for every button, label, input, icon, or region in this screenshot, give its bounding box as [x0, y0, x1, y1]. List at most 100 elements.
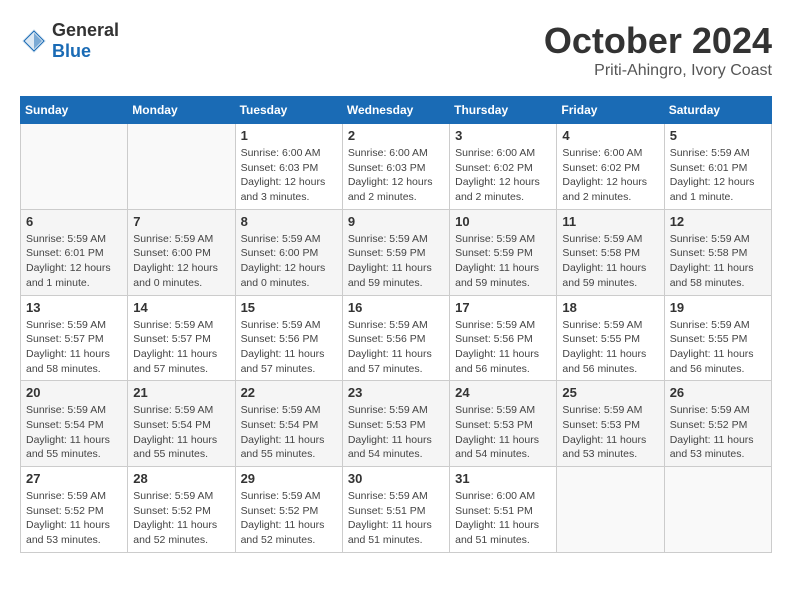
- calendar-cell: 6Sunrise: 5:59 AMSunset: 6:01 PMDaylight…: [21, 209, 128, 295]
- header: General Blue October 2024 Priti-Ahingro,…: [20, 20, 772, 80]
- calendar-cell: 2 Sunrise: 6:00 AMSunset: 6:03 PMDaylight…: [342, 124, 449, 210]
- calendar-cell: 4 Sunrise: 6:00 AMSunset: 6:02 PMDaylight…: [557, 124, 664, 210]
- week-row-2: 6Sunrise: 5:59 AMSunset: 6:01 PMDaylight…: [21, 209, 772, 295]
- title-area: October 2024 Priti-Ahingro, Ivory Coast: [544, 20, 772, 80]
- day-info: Sunrise: 5:59 AMSunset: 6:00 PMDaylight:…: [241, 232, 337, 291]
- day-number: 8: [241, 214, 337, 229]
- day-info: Sunrise: 5:59 AMSunset: 5:55 PMDaylight:…: [562, 318, 658, 377]
- day-number: 15: [241, 300, 337, 315]
- day-info: Sunrise: 6:00 AMSunset: 6:03 PMDaylight:…: [241, 146, 337, 205]
- day-info: Sunrise: 5:59 AMSunset: 5:57 PMDaylight:…: [26, 318, 122, 377]
- calendar-cell: 20 Sunrise: 5:59 AMSunset: 5:54 PMDayligh…: [21, 381, 128, 467]
- day-info: Sunrise: 5:59 AMSunset: 5:55 PMDaylight:…: [670, 318, 766, 377]
- calendar-cell: 3 Sunrise: 6:00 AMSunset: 6:02 PMDaylight…: [450, 124, 557, 210]
- day-info: Sunrise: 6:00 AMSunset: 6:03 PMDaylight:…: [348, 146, 444, 205]
- calendar-cell: 1 Sunrise: 6:00 AMSunset: 6:03 PMDaylight…: [235, 124, 342, 210]
- calendar-cell: 11Sunrise: 5:59 AMSunset: 5:58 PMDayligh…: [557, 209, 664, 295]
- logo-general: General: [52, 20, 119, 40]
- day-number: 10: [455, 214, 551, 229]
- calendar-cell: 28Sunrise: 5:59 AMSunset: 5:52 PMDayligh…: [128, 467, 235, 553]
- location-title: Priti-Ahingro, Ivory Coast: [544, 62, 772, 80]
- day-number: 12: [670, 214, 766, 229]
- calendar-cell: 17Sunrise: 5:59 AMSunset: 5:56 PMDayligh…: [450, 295, 557, 381]
- week-row-3: 13Sunrise: 5:59 AMSunset: 5:57 PMDayligh…: [21, 295, 772, 381]
- calendar-cell: 22 Sunrise: 5:59 AMSunset: 5:54 PMDayligh…: [235, 381, 342, 467]
- day-info: Sunrise: 6:00 AMSunset: 6:02 PMDaylight:…: [455, 146, 551, 205]
- calendar-cell: 8 Sunrise: 5:59 AMSunset: 6:00 PMDaylight…: [235, 209, 342, 295]
- calendar-cell: [557, 467, 664, 553]
- week-row-1: 1 Sunrise: 6:00 AMSunset: 6:03 PMDaylight…: [21, 124, 772, 210]
- calendar-cell: 15 Sunrise: 5:59 AMSunset: 5:56 PMDayligh…: [235, 295, 342, 381]
- calendar-cell: 29 Sunrise: 5:59 AMSunset: 5:52 PMDayligh…: [235, 467, 342, 553]
- calendar-cell: 23Sunrise: 5:59 AMSunset: 5:53 PMDayligh…: [342, 381, 449, 467]
- calendar-cell: 31Sunrise: 6:00 AMSunset: 5:51 PMDayligh…: [450, 467, 557, 553]
- weekday-header-thursday: Thursday: [450, 97, 557, 124]
- calendar-cell: 9 Sunrise: 5:59 AMSunset: 5:59 PMDaylight…: [342, 209, 449, 295]
- day-info: Sunrise: 5:59 AMSunset: 5:52 PMDaylight:…: [241, 489, 337, 548]
- day-info: Sunrise: 5:59 AMSunset: 5:56 PMDaylight:…: [241, 318, 337, 377]
- calendar-cell: 7Sunrise: 5:59 AMSunset: 6:00 PMDaylight…: [128, 209, 235, 295]
- calendar-cell: 30 Sunrise: 5:59 AMSunset: 5:51 PMDayligh…: [342, 467, 449, 553]
- week-row-4: 20 Sunrise: 5:59 AMSunset: 5:54 PMDayligh…: [21, 381, 772, 467]
- day-number: 7: [133, 214, 229, 229]
- day-info: Sunrise: 5:59 AMSunset: 5:58 PMDaylight:…: [670, 232, 766, 291]
- day-number: 5: [670, 128, 766, 143]
- day-info: Sunrise: 5:59 AMSunset: 5:53 PMDaylight:…: [455, 403, 551, 462]
- calendar-cell: [664, 467, 771, 553]
- calendar-cell: 10 Sunrise: 5:59 AMSunset: 5:59 PMDayligh…: [450, 209, 557, 295]
- logo-text: General Blue: [52, 20, 119, 62]
- calendar-table: SundayMondayTuesdayWednesdayThursdayFrid…: [20, 96, 772, 553]
- day-info: Sunrise: 5:59 AMSunset: 5:59 PMDaylight:…: [455, 232, 551, 291]
- calendar-cell: 26 Sunrise: 5:59 AMSunset: 5:52 PMDayligh…: [664, 381, 771, 467]
- day-number: 29: [241, 471, 337, 486]
- calendar-cell: 19Sunrise: 5:59 AMSunset: 5:55 PMDayligh…: [664, 295, 771, 381]
- day-number: 16: [348, 300, 444, 315]
- day-info: Sunrise: 5:59 AMSunset: 5:53 PMDaylight:…: [562, 403, 658, 462]
- day-info: Sunrise: 5:59 AMSunset: 5:56 PMDaylight:…: [348, 318, 444, 377]
- day-number: 31: [455, 471, 551, 486]
- day-info: Sunrise: 6:00 AMSunset: 6:02 PMDaylight:…: [562, 146, 658, 205]
- calendar-cell: 21Sunrise: 5:59 AMSunset: 5:54 PMDayligh…: [128, 381, 235, 467]
- day-number: 27: [26, 471, 122, 486]
- day-number: 6: [26, 214, 122, 229]
- day-number: 25: [562, 385, 658, 400]
- day-info: Sunrise: 5:59 AMSunset: 5:51 PMDaylight:…: [348, 489, 444, 548]
- day-number: 1: [241, 128, 337, 143]
- day-number: 26: [670, 385, 766, 400]
- logo-icon: [20, 27, 48, 55]
- logo: General Blue: [20, 20, 119, 62]
- calendar-cell: 27 Sunrise: 5:59 AMSunset: 5:52 PMDayligh…: [21, 467, 128, 553]
- week-row-5: 27 Sunrise: 5:59 AMSunset: 5:52 PMDayligh…: [21, 467, 772, 553]
- day-number: 28: [133, 471, 229, 486]
- calendar-cell: 13Sunrise: 5:59 AMSunset: 5:57 PMDayligh…: [21, 295, 128, 381]
- day-info: Sunrise: 5:59 AMSunset: 5:58 PMDaylight:…: [562, 232, 658, 291]
- day-info: Sunrise: 5:59 AMSunset: 5:52 PMDaylight:…: [26, 489, 122, 548]
- day-number: 20: [26, 385, 122, 400]
- day-number: 4: [562, 128, 658, 143]
- day-number: 30: [348, 471, 444, 486]
- weekday-header-sunday: Sunday: [21, 97, 128, 124]
- calendar-cell: 24 Sunrise: 5:59 AMSunset: 5:53 PMDayligh…: [450, 381, 557, 467]
- day-info: Sunrise: 5:59 AMSunset: 5:52 PMDaylight:…: [670, 403, 766, 462]
- day-number: 24: [455, 385, 551, 400]
- day-info: Sunrise: 5:59 AMSunset: 5:54 PMDaylight:…: [26, 403, 122, 462]
- calendar-cell: 5 Sunrise: 5:59 AMSunset: 6:01 PMDaylight…: [664, 124, 771, 210]
- day-number: 22: [241, 385, 337, 400]
- day-info: Sunrise: 5:59 AMSunset: 5:59 PMDaylight:…: [348, 232, 444, 291]
- weekday-header-friday: Friday: [557, 97, 664, 124]
- day-number: 3: [455, 128, 551, 143]
- day-number: 2: [348, 128, 444, 143]
- day-info: Sunrise: 5:59 AMSunset: 5:54 PMDaylight:…: [133, 403, 229, 462]
- weekday-header-wednesday: Wednesday: [342, 97, 449, 124]
- weekday-header-row: SundayMondayTuesdayWednesdayThursdayFrid…: [21, 97, 772, 124]
- month-title: October 2024: [544, 20, 772, 62]
- calendar-cell: 18Sunrise: 5:59 AMSunset: 5:55 PMDayligh…: [557, 295, 664, 381]
- day-info: Sunrise: 5:59 AMSunset: 6:01 PMDaylight:…: [670, 146, 766, 205]
- calendar-cell: 16 Sunrise: 5:59 AMSunset: 5:56 PMDayligh…: [342, 295, 449, 381]
- day-number: 9: [348, 214, 444, 229]
- calendar-cell: 25 Sunrise: 5:59 AMSunset: 5:53 PMDayligh…: [557, 381, 664, 467]
- day-info: Sunrise: 5:59 AMSunset: 5:54 PMDaylight:…: [241, 403, 337, 462]
- weekday-header-tuesday: Tuesday: [235, 97, 342, 124]
- day-info: Sunrise: 5:59 AMSunset: 5:57 PMDaylight:…: [133, 318, 229, 377]
- day-info: Sunrise: 5:59 AMSunset: 5:53 PMDaylight:…: [348, 403, 444, 462]
